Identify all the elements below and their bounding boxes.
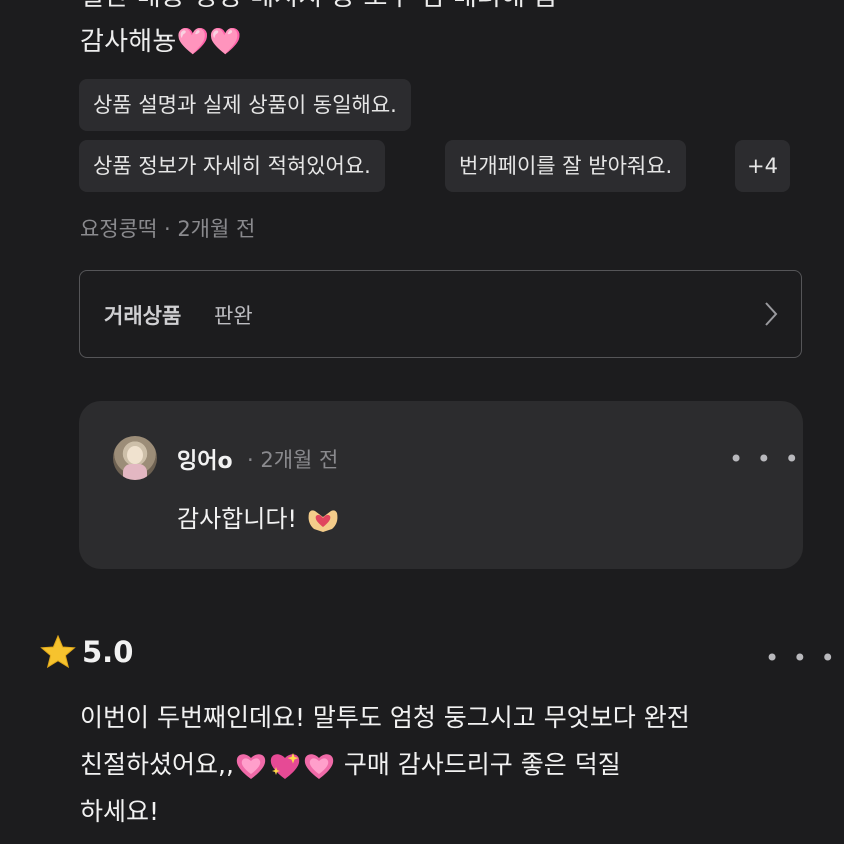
review-line: 이번이 두번째인데요! 말투도 엄청 둥그시고 무엇보다 완전 bbox=[80, 703, 690, 732]
pink-heart-icon bbox=[304, 754, 334, 779]
reply-text: 감사합니다! bbox=[177, 499, 341, 534]
review-line: 하세요! bbox=[80, 797, 160, 826]
reply-date: · 2개월 전 bbox=[247, 448, 339, 472]
star-icon bbox=[40, 635, 76, 669]
meta-separator: · bbox=[157, 217, 178, 241]
tag-chip: 상품 정보가 자세히 적혀있어요. bbox=[79, 140, 385, 192]
review-line-end: 구매 감사드리구 좋은 덕질 bbox=[343, 750, 621, 779]
more-tags-chip[interactable]: +4 bbox=[735, 140, 790, 192]
heart-hands-icon bbox=[308, 510, 338, 532]
traded-product-row[interactable]: 거래상품 판완 bbox=[79, 270, 802, 358]
rating-row: 5.0 bbox=[40, 631, 133, 673]
rating-value: 5.0 bbox=[82, 635, 134, 669]
reply-message: 감사합니다! bbox=[177, 505, 298, 533]
review-author[interactable]: 요정콩떡 bbox=[80, 217, 157, 241]
seller-avatar[interactable] bbox=[113, 436, 157, 480]
review-meta: 요정콩떡 · 2개월 전 bbox=[80, 213, 255, 243]
chevron-right-icon bbox=[765, 302, 778, 326]
pink-heart-icon bbox=[236, 754, 266, 779]
tag-chip: 상품 설명과 실제 상품이 동일해요. bbox=[79, 79, 411, 131]
tag-chip: 번개페이를 잘 받아줘요. bbox=[445, 140, 687, 192]
review-line: 친절하셨어요,, 구매 감사드리구 좋은 덕질 bbox=[80, 741, 820, 788]
review-line-start: 친절하셨어요,, bbox=[80, 750, 234, 779]
pink-hearts-emoji: 🩷🩷 bbox=[176, 27, 242, 57]
reply-more-icon[interactable]: • • • bbox=[729, 447, 802, 471]
sparkling-heart-icon bbox=[270, 753, 300, 779]
review-text-fragment: 감사해뇽 bbox=[80, 27, 177, 57]
review-date: 2개월 전 bbox=[177, 217, 256, 241]
review-body: 이번이 두번째인데요! 말투도 엄청 둥그시고 무엇보다 완전 친절하셨어요,,… bbox=[80, 694, 820, 835]
product-value: 판완 bbox=[214, 304, 253, 328]
review-more-icon[interactable]: • • • bbox=[765, 646, 838, 670]
seller-reply-card: 잉어o · 2개월 전 • • • 감사합니다! bbox=[79, 401, 803, 569]
product-key-label: 거래상품 bbox=[104, 304, 182, 328]
seller-name[interactable]: 잉어o bbox=[177, 443, 233, 475]
review-text-line: 감사해뇽🩷🩷 bbox=[80, 18, 242, 66]
